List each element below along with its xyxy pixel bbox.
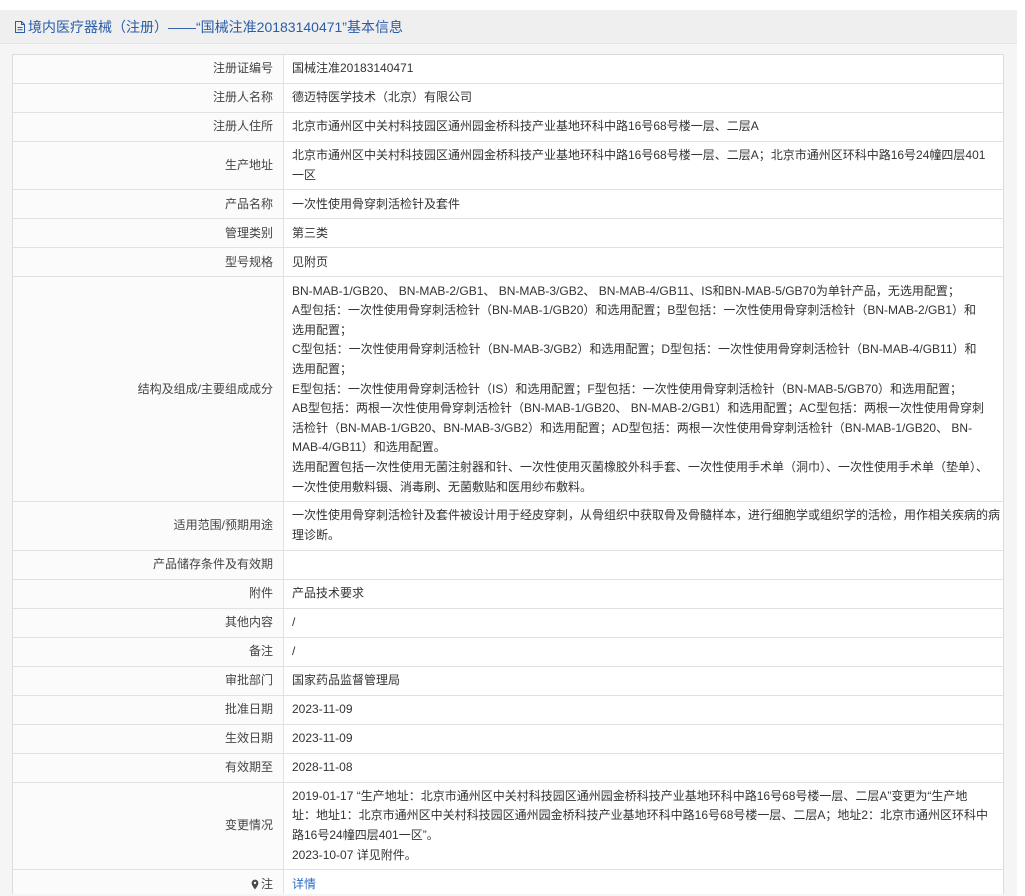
value-line: 选用配置； xyxy=(292,322,353,337)
registrant-address-value: 北京市通州区中关村科技园区通州园金桥科技产业基地环科中路16号68号楼一层、二层… xyxy=(292,119,759,134)
model-specification-label: 型号规格 xyxy=(13,248,284,277)
value-line: 2019-01-17 “生产地址：北京市通州区中关村科技园区通州园金桥科技产业基… xyxy=(292,788,968,803)
remarks-label: 备注 xyxy=(13,637,284,666)
structure-composition-label: 结构及组成/主要组成成分 xyxy=(13,277,284,502)
expiry-date-value: 2028-11-08 xyxy=(292,759,353,774)
attachment-label: 附件 xyxy=(13,579,284,608)
structure-composition-value: BN-MAB-1/GB20、 BN-MAB-2/GB1、 BN-MAB-3/GB… xyxy=(284,277,1003,501)
other-content-label: 其他内容 xyxy=(13,608,284,637)
row-model-specification: 型号规格 见附页 xyxy=(13,248,1003,278)
row-attachment: 附件 产品技术要求 xyxy=(13,579,1003,609)
page: 境内医疗器械（注册）——“国械注准20183140471”基本信息 注册证编号 … xyxy=(0,10,1017,896)
row-expiry-date: 有效期至 2028-11-08 xyxy=(13,753,1003,783)
document-icon xyxy=(14,19,27,34)
value-line: BN-MAB-1/GB20、 BN-MAB-2/GB1、 BN-MAB-3/GB… xyxy=(292,283,960,298)
note-label-text: 注 xyxy=(260,876,273,891)
change-history-value: 2019-01-17 “生产地址：北京市通州区中关村科技园区通州园金桥科技产业基… xyxy=(284,783,1003,870)
product-name-label: 产品名称 xyxy=(13,190,284,219)
change-history-label: 变更情况 xyxy=(13,782,284,870)
value-line: 址：地址1：北京市通州区中关村科技园区通州园金桥科技产业基地环科中路16号68号… xyxy=(292,808,989,823)
value-line: 一区 xyxy=(292,167,317,182)
registrant-name-label: 注册人名称 xyxy=(13,83,284,112)
details-link[interactable]: 详情 xyxy=(292,877,316,891)
value-line: 2023-10-07 详见附件。 xyxy=(292,847,417,862)
row-management-category: 管理类别 第三类 xyxy=(13,219,1003,249)
row-other-content: 其他内容 / xyxy=(13,608,1003,638)
row-structure-composition: 结构及组成/主要组成成分 BN-MAB-1/GB20、 BN-MAB-2/GB1… xyxy=(13,277,1003,503)
value-line: A型包括：一次性使用骨穿刺活检针（BN-MAB-1/GB20）和选用配置；B型包… xyxy=(292,303,977,318)
approval-department-value: 国家药品监督管理局 xyxy=(292,672,401,687)
row-approval-date: 批准日期 2023-11-09 xyxy=(13,695,1003,725)
value-line: 选用配置包括一次性使用无菌注射器和针、一次性使用灭菌橡胶外科手套、一次性使用手术… xyxy=(292,459,989,474)
row-product-name: 产品名称 一次性使用骨穿刺活检针及套件 xyxy=(13,190,1003,220)
approval-department-label: 审批部门 xyxy=(13,666,284,695)
management-category-label: 管理类别 xyxy=(13,219,284,248)
value-line: 北京市通州区中关村科技园区通州园金桥科技产业基地环科中路16号68号楼一层、二层… xyxy=(292,148,986,163)
value-line: 选用配置； xyxy=(292,361,353,376)
expiry-date-label: 有效期至 xyxy=(13,753,284,782)
value-line: MAB-4/GB11）和选用配置。 xyxy=(292,440,446,455)
effective-date-value: 2023-11-09 xyxy=(292,730,353,745)
row-change-history: 变更情况 2019-01-17 “生产地址：北京市通州区中关村科技园区通州园金桥… xyxy=(13,782,1003,871)
attachment-value: 产品技术要求 xyxy=(292,586,365,600)
note-value: 详情 xyxy=(284,870,1003,894)
row-production-address: 生产地址 北京市通州区中关村科技园区通州园金桥科技产业基地环科中路16号68号楼… xyxy=(13,141,1003,191)
intended-use-label: 适用范围/预期用途 xyxy=(13,502,284,550)
registration-number-label: 注册证编号 xyxy=(13,55,284,83)
row-remarks: 备注 / xyxy=(13,637,1003,667)
info-table: 注册证编号 国械注准20183140471 注册人名称 德迈特医学技术（北京）有… xyxy=(12,54,1004,895)
pin-icon xyxy=(251,875,259,895)
effective-date-label: 生效日期 xyxy=(13,724,284,753)
row-intended-use: 适用范围/预期用途 一次性使用骨穿刺活检针及套件被设计用于经皮穿刺，从骨组织中获… xyxy=(13,502,1003,551)
production-address-value: 北京市通州区中关村科技园区通州园金桥科技产业基地环科中路16号68号楼一层、二层… xyxy=(284,142,1003,190)
management-category-value: 第三类 xyxy=(292,225,329,240)
row-registration-number: 注册证编号 国械注准20183140471 xyxy=(13,55,1003,84)
note-label: 注 xyxy=(13,870,284,895)
page-title: 境内医疗器械（注册）——“国械注准20183140471”基本信息 xyxy=(28,18,403,35)
row-registrant-address: 注册人住所 北京市通州区中关村科技园区通州园金桥科技产业基地环科中路16号68号… xyxy=(13,112,1003,142)
row-note: 注 详情 xyxy=(13,870,1003,895)
row-effective-date: 生效日期 2023-11-09 xyxy=(13,724,1003,754)
other-content-value: / xyxy=(292,614,296,629)
value-line: 路16号24幢四层401一区”。 xyxy=(292,827,439,842)
production-address-label: 生产地址 xyxy=(13,141,284,190)
row-approval-department: 审批部门 国家药品监督管理局 xyxy=(13,666,1003,696)
model-specification-value: 见附页 xyxy=(292,254,329,269)
remarks-value: / xyxy=(292,643,296,658)
value-line: AB型包括：两根一次性使用骨穿刺活检针（BN-MAB-1/GB20、 BN-MA… xyxy=(292,401,985,416)
row-storage-conditions: 产品储存条件及有效期 xyxy=(13,550,1003,580)
registration-number-value: 国械注准20183140471 xyxy=(292,61,414,76)
registrant-name-value: 德迈特医学技术（北京）有限公司 xyxy=(292,90,473,105)
storage-conditions-value xyxy=(284,551,1003,579)
intended-use-value: 一次性使用骨穿刺活检针及套件被设计用于经皮穿刺，从骨组织中获取骨及骨髓样本，进行… xyxy=(284,502,1003,550)
value-line: 理诊断。 xyxy=(292,528,341,543)
storage-conditions-label: 产品储存条件及有效期 xyxy=(13,550,284,579)
registrant-address-label: 注册人住所 xyxy=(13,112,284,141)
product-name-value: 一次性使用骨穿刺活检针及套件 xyxy=(292,196,461,211)
page-header: 境内医疗器械（注册）——“国械注准20183140471”基本信息 xyxy=(0,10,1017,44)
value-line: 一次性使用敷料镊、消毒刷、无菌敷贴和医用纱布敷料。 xyxy=(292,479,593,494)
value-line: C型包括：一次性使用骨穿刺活检针（BN-MAB-3/GB2）和选用配置；D型包括… xyxy=(292,342,977,357)
value-line: E型包括：一次性使用骨穿刺活检针（IS）和选用配置；F型包括：一次性使用骨穿刺活… xyxy=(292,381,963,396)
row-registrant-name: 注册人名称 德迈特医学技术（北京）有限公司 xyxy=(13,83,1003,113)
value-line: 活检针（BN-MAB-1/GB20、BN-MAB-3/GB2）和选用配置；AD型… xyxy=(292,420,973,435)
approval-date-value: 2023-11-09 xyxy=(292,701,353,716)
value-line: 一次性使用骨穿刺活检针及套件被设计用于经皮穿刺，从骨组织中获取骨及骨髓样本，进行… xyxy=(292,508,1001,523)
approval-date-label: 批准日期 xyxy=(13,695,284,724)
